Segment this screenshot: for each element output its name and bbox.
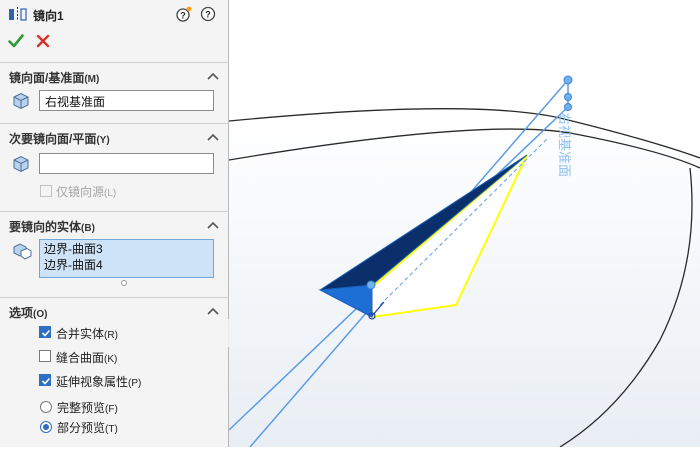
section-divider: [0, 211, 229, 212]
option-shortcut: (K): [104, 354, 118, 365]
mirror-source-only-label: 仅镜向源(L): [56, 183, 116, 200]
merge-solids-label: 合并实体(R): [56, 325, 118, 342]
section-shortcut: (B): [81, 223, 95, 234]
option-shortcut: (R): [104, 330, 118, 341]
chevron-up-icon[interactable]: [206, 71, 220, 81]
section-title-text: 要镜向的实体: [9, 220, 82, 234]
full-preview-radio[interactable]: [40, 401, 52, 413]
list-item[interactable]: 边界-曲面4: [44, 257, 209, 273]
section-title-secondary-plane[interactable]: 次要镜向面/平面(Y): [9, 130, 110, 147]
knit-surfaces-label: 缝合曲面(K): [56, 349, 117, 366]
plane-label: 右视基准面: [556, 112, 571, 177]
section-title-mirror-plane[interactable]: 镜向面/基准面(M): [9, 69, 99, 86]
merge-solids-checkbox[interactable]: [39, 326, 51, 338]
partial-preview-label: 部分预览(T): [57, 419, 118, 436]
whats-wrong-help-icon[interactable]: ?: [176, 6, 192, 22]
plane-selection-icon: [13, 155, 29, 173]
section-divider: [0, 297, 229, 298]
chevron-up-icon[interactable]: [206, 132, 220, 142]
graphics-viewport[interactable]: 右视基准面: [228, 0, 700, 448]
chevron-up-icon[interactable]: [206, 220, 220, 230]
option-text: 完整预览: [57, 401, 106, 415]
section-shortcut: (M): [84, 74, 100, 85]
option-shortcut: (P): [128, 378, 142, 389]
plane-selection-icon: [13, 92, 29, 110]
propagate-visual-label: 延伸视象属性(P): [56, 373, 141, 390]
plane-handle[interactable]: [563, 75, 573, 85]
svg-text:?: ?: [205, 10, 211, 20]
full-preview-label: 完整预览(F): [57, 399, 118, 416]
knit-surfaces-checkbox[interactable]: [39, 350, 51, 362]
list-resize-handle[interactable]: [121, 280, 127, 286]
property-manager-panel: 镜向1 ? ? 镜向面/基准面(M) 右视基准面 次要镜向面/平面(Y) 仅镜向…: [0, 0, 229, 447]
section-title-text: 选项: [9, 306, 34, 320]
partial-preview-radio[interactable]: [40, 421, 52, 433]
option-shortcut: (T): [105, 424, 118, 435]
propagate-visual-checkbox[interactable]: [39, 374, 51, 386]
list-item[interactable]: 边界-曲面3: [44, 241, 209, 257]
plane-handle[interactable]: [564, 93, 572, 101]
section-shortcut: (O): [33, 309, 48, 320]
option-text: 缝合曲面: [56, 351, 105, 365]
option-text: 仅镜向源: [56, 185, 105, 199]
option-text: 延伸视象属性: [56, 375, 129, 389]
panel-header: 镜向1 ? ?: [0, 0, 229, 30]
option-shortcut: (F): [105, 404, 118, 415]
section-shortcut: (Y): [96, 135, 110, 146]
section-title-options[interactable]: 选项(O): [9, 304, 47, 321]
section-title-text: 镜向面/基准面: [9, 71, 85, 85]
option-text: 合并实体: [56, 327, 105, 341]
panel-title: 镜向1: [33, 9, 64, 23]
mirror-source-only-checkbox[interactable]: [40, 185, 52, 197]
checkmark-icon: [41, 329, 51, 337]
section-divider: [0, 62, 229, 63]
close-icon[interactable]: [35, 33, 51, 49]
section-title-bodies[interactable]: 要镜向的实体(B): [9, 218, 95, 235]
bodies-selection-list[interactable]: 边界-曲面3 边界-曲面4: [39, 239, 214, 278]
check-icon[interactable]: [8, 33, 24, 49]
option-text: 部分预览: [57, 421, 106, 435]
section-divider: [0, 123, 229, 124]
bodies-selection-icon: [13, 243, 32, 260]
secondary-plane-field[interactable]: [39, 153, 214, 174]
option-shortcut: (L): [104, 188, 117, 199]
svg-text:?: ?: [180, 11, 186, 21]
vertex-handle[interactable]: [366, 280, 376, 290]
checkmark-icon: [41, 377, 51, 385]
help-icon[interactable]: ?: [200, 6, 216, 22]
mirror-plane-field[interactable]: 右视基准面: [39, 90, 214, 111]
section-title-text: 次要镜向面/平面: [9, 132, 97, 146]
mirror-feature-icon: [9, 7, 27, 21]
model-view: 右视基准面: [228, 75, 700, 448]
plane-handle[interactable]: [564, 103, 572, 111]
chevron-up-icon[interactable]: [206, 306, 220, 316]
